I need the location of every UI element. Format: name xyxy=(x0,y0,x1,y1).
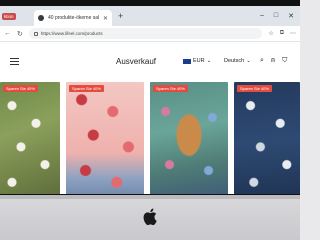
url-field[interactable]: https://www.lifeel.com/products xyxy=(28,28,263,39)
cart-icon[interactable]: ⛉ xyxy=(282,57,287,65)
currency-selector[interactable]: EUR ⌄ xyxy=(183,58,211,64)
language-label: Deutsch xyxy=(224,58,245,64)
product-card[interactable]: Sparen Sie 40% xyxy=(150,82,228,194)
product-image[interactable] xyxy=(234,82,300,194)
product-image[interactable] xyxy=(150,82,228,194)
chevron-down-icon: ⌄ xyxy=(206,58,212,64)
tab-title: 40 produkte-ökerne sale xyxy=(48,15,99,21)
monitor-screen: ktion 40 produkte-ökerne sale ✕ + – □ ✕ … xyxy=(0,6,300,194)
favorite-star-icon[interactable]: ☆ xyxy=(268,30,273,37)
monitor-chin-edge xyxy=(0,195,300,199)
site-header: Ausverkauf EUR ⌄ Deutsch ⌄ ⌕ ⍝ ⛉ xyxy=(0,43,300,81)
maximize-icon[interactable]: □ xyxy=(274,12,278,20)
menu-icon[interactable] xyxy=(10,58,19,67)
product-image[interactable] xyxy=(0,82,60,194)
new-tab-icon[interactable]: + xyxy=(118,11,123,21)
product-grid: Sparen Sie 40% Sparen Sie 40% Sparen Sie… xyxy=(0,82,300,194)
sale-badge: Sparen Sie 40% xyxy=(69,85,104,92)
extensions-icon[interactable]: ⧉ xyxy=(280,30,284,37)
browser-tab-previous[interactable]: ktion xyxy=(0,9,34,23)
language-selector[interactable]: Deutsch ⌄ xyxy=(224,58,251,64)
browser-toolbar-icons: ☆ ⧉ ⋯ xyxy=(268,30,296,37)
eu-flag-icon xyxy=(183,58,191,64)
chevron-down-icon: ⌄ xyxy=(246,58,251,64)
sale-badge: Sparen Sie 40% xyxy=(3,85,38,92)
currency-label: EUR xyxy=(193,58,205,64)
lock-icon xyxy=(33,31,38,36)
browser-tab-bar: ktion 40 produkte-ökerne sale ✕ + – □ ✕ xyxy=(0,6,300,26)
product-image[interactable] xyxy=(66,82,144,194)
sale-badge: Sparen Sie 40% xyxy=(153,85,188,92)
search-icon[interactable]: ⌕ xyxy=(260,57,264,65)
address-bar-row: ← ↻ https://www.lifeel.com/products ☆ ⧉ … xyxy=(0,26,300,42)
product-card[interactable]: Sparen Sie 40% xyxy=(0,82,60,194)
favicon-icon xyxy=(38,15,44,21)
browser-tab-active[interactable]: 40 produkte-ökerne sale ✕ xyxy=(34,10,112,26)
tab-label: ktion xyxy=(2,12,16,20)
monitor-bezel: ktion 40 produkte-ökerne sale ✕ + – □ ✕ … xyxy=(0,0,300,200)
account-icon[interactable]: ⍝ xyxy=(271,57,275,65)
window-controls: – □ ✕ xyxy=(260,12,300,20)
product-card[interactable]: Sparen Sie 40% xyxy=(66,82,144,194)
close-tab-icon[interactable]: ✕ xyxy=(103,15,108,22)
product-card[interactable]: Sparen Sie 40% xyxy=(234,82,300,194)
reload-icon[interactable]: ↻ xyxy=(17,30,23,38)
page-title: Ausverkauf xyxy=(116,57,157,66)
apple-logo-icon xyxy=(143,208,157,225)
close-window-icon[interactable]: ✕ xyxy=(288,12,294,20)
header-icons: ⌕ ⍝ ⛉ xyxy=(260,57,287,65)
back-icon[interactable]: ← xyxy=(4,30,11,37)
browser-menu-icon[interactable]: ⋯ xyxy=(290,30,296,37)
minimize-icon[interactable]: – xyxy=(260,12,264,20)
sale-badge: Sparen Sie 40% xyxy=(237,85,272,92)
url-text: https://www.lifeel.com/products xyxy=(40,31,103,36)
